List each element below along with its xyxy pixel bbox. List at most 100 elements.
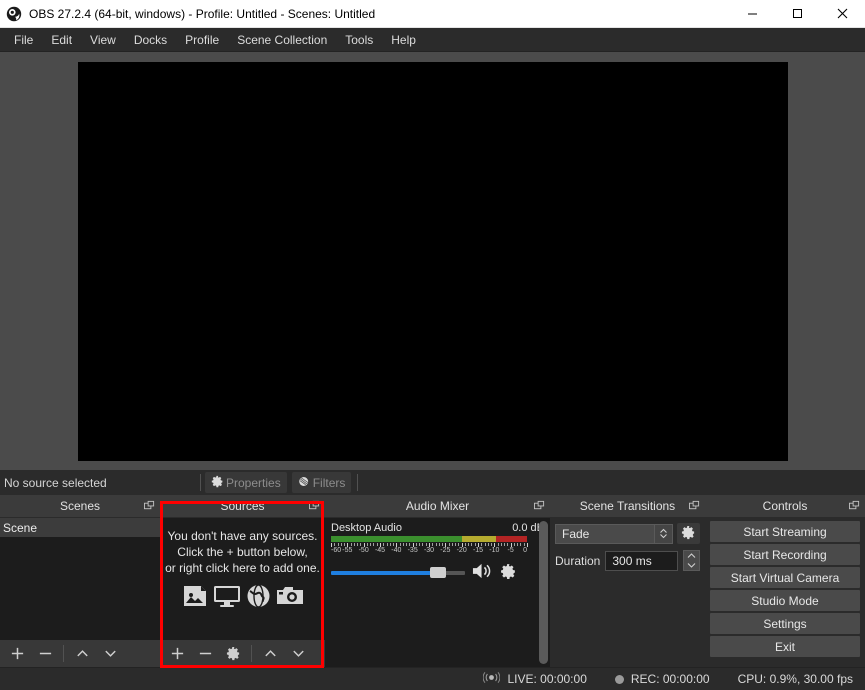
obs-main-window: OBS 27.2.4 (64-bit, windows) - Profile: … <box>0 0 865 690</box>
gear-icon <box>211 475 224 491</box>
audio-level-meter <box>331 536 527 542</box>
sources-footer-toolbar <box>160 640 325 667</box>
scene-list-item[interactable]: Scene <box>0 518 160 537</box>
meter-tick <box>527 543 528 547</box>
window-title: OBS 27.2.4 (64-bit, windows) - Profile: … <box>29 6 376 21</box>
scene-transitions-dock: Scene Transitions Fade Duration 300 ms <box>550 495 705 667</box>
float-dock-icon[interactable] <box>309 500 320 514</box>
meter-tick <box>366 543 368 546</box>
controls-title-label: Controls <box>762 499 808 513</box>
audio-mixer-body: Desktop Audio 0.0 dB -60 -55 -50 -45 -40 -35-… <box>325 518 550 667</box>
menu-item-file[interactable]: File <box>5 30 42 50</box>
float-dock-icon[interactable] <box>689 500 700 514</box>
sources-list[interactable]: You don't have any sources. Click the + … <box>160 518 325 640</box>
float-dock-icon[interactable] <box>849 500 860 514</box>
start-virtual-camera-button[interactable]: Start Virtual Camera <box>710 567 860 588</box>
scenes-dock: Scenes Scene <box>0 495 160 667</box>
menu-item-docks[interactable]: Docks <box>125 30 176 50</box>
menu-item-help[interactable]: Help <box>382 30 425 50</box>
meter-tick-label: -40 <box>391 547 402 554</box>
meter-red-zone <box>495 536 527 542</box>
sources-empty-message: You don't have any sources. Click the + … <box>160 528 325 612</box>
preview-area[interactable] <box>0 52 865 470</box>
scenes-list[interactable]: Scene <box>0 518 160 640</box>
volume-slider[interactable] <box>331 566 465 580</box>
studio-mode-button[interactable]: Studio Mode <box>710 590 860 611</box>
duration-spinner-down[interactable] <box>684 561 699 571</box>
exit-button[interactable]: Exit <box>710 636 860 657</box>
duration-spinner[interactable] <box>683 550 700 571</box>
duration-spinner-up[interactable] <box>684 551 699 561</box>
scenes-footer-separator <box>63 645 64 662</box>
scene-transitions-dock-title: Scene Transitions <box>550 495 705 518</box>
scenes-footer-toolbar <box>0 640 160 667</box>
meter-tick-label: -30 <box>423 547 435 554</box>
slider-track-filled <box>331 570 436 575</box>
menu-item-scene-collection[interactable]: Scene Collection <box>228 30 336 50</box>
menu-item-edit[interactable]: Edit <box>42 30 81 50</box>
transition-select[interactable]: Fade <box>555 523 673 544</box>
meter-tick <box>455 543 457 546</box>
maximize-button[interactable] <box>775 0 820 27</box>
gear-icon <box>681 525 696 543</box>
sources-empty-line-1: You don't have any sources. <box>167 529 318 543</box>
audio-mixer-scrollbar[interactable] <box>539 521 548 664</box>
move-scene-up-button[interactable] <box>69 642 95 665</box>
start-recording-button[interactable]: Start Recording <box>710 544 860 565</box>
meter-tick <box>507 543 509 546</box>
meter-tick-label: -15 <box>472 547 484 554</box>
duration-input[interactable]: 300 ms <box>605 550 678 571</box>
meter-tick <box>340 543 342 546</box>
add-scene-button[interactable] <box>4 642 30 665</box>
meter-tick <box>438 543 440 546</box>
remove-scene-button[interactable] <box>32 642 58 665</box>
source-properties-button[interactable] <box>220 642 246 665</box>
sources-dock: Sources You don't have any sources. Clic… <box>160 495 325 667</box>
sources-footer-separator <box>251 645 252 662</box>
meter-tick <box>357 543 359 546</box>
meter-tick <box>520 543 522 546</box>
menu-item-profile[interactable]: Profile <box>176 30 228 50</box>
minimize-button[interactable] <box>730 0 775 27</box>
meter-tick-label: 0 <box>523 547 527 554</box>
remove-source-button[interactable] <box>192 642 218 665</box>
preview-canvas[interactable] <box>77 61 788 461</box>
audio-settings-gear-icon[interactable] <box>500 563 517 583</box>
settings-button[interactable]: Settings <box>710 613 860 634</box>
chevron-updown-icon[interactable] <box>654 524 672 543</box>
transition-settings-button[interactable] <box>677 523 700 544</box>
menu-item-tools[interactable]: Tools <box>336 30 382 50</box>
meter-tick-label: -60 <box>331 547 342 554</box>
move-source-up-button[interactable] <box>257 642 283 665</box>
title-bar: OBS 27.2.4 (64-bit, windows) - Profile: … <box>0 0 865 28</box>
meter-tick <box>337 543 339 546</box>
audio-volume-row <box>331 562 544 583</box>
meter-tick <box>393 543 395 546</box>
meter-tick <box>344 543 346 546</box>
meter-tick <box>504 543 506 546</box>
meter-tick <box>353 543 355 546</box>
broadcast-icon <box>483 671 501 687</box>
controls-body: Start Streaming Start Recording Start Vi… <box>705 518 865 667</box>
scrollbar-thumb[interactable] <box>539 521 548 664</box>
start-streaming-button[interactable]: Start Streaming <box>710 521 860 542</box>
filters-button[interactable]: Filters <box>291 472 352 493</box>
meter-tick <box>442 543 444 546</box>
meter-tick <box>432 543 434 546</box>
float-dock-icon[interactable] <box>144 500 155 514</box>
scene-item-label: Scene <box>3 520 38 535</box>
properties-button[interactable]: Properties <box>205 472 287 493</box>
speaker-icon[interactable] <box>472 562 493 583</box>
controls-dock-title: Controls <box>705 495 865 518</box>
display-capture-icon <box>213 584 241 612</box>
move-scene-down-button[interactable] <box>97 642 123 665</box>
add-source-button[interactable] <box>164 642 190 665</box>
meter-tick <box>487 543 489 546</box>
meter-tick <box>500 543 502 546</box>
menu-item-view[interactable]: View <box>81 30 125 50</box>
close-button[interactable] <box>820 0 865 27</box>
float-dock-icon[interactable] <box>534 500 545 514</box>
scene-transitions-body: Fade Duration 300 ms <box>550 518 705 667</box>
move-source-down-button[interactable] <box>285 642 311 665</box>
slider-handle[interactable] <box>430 567 447 578</box>
